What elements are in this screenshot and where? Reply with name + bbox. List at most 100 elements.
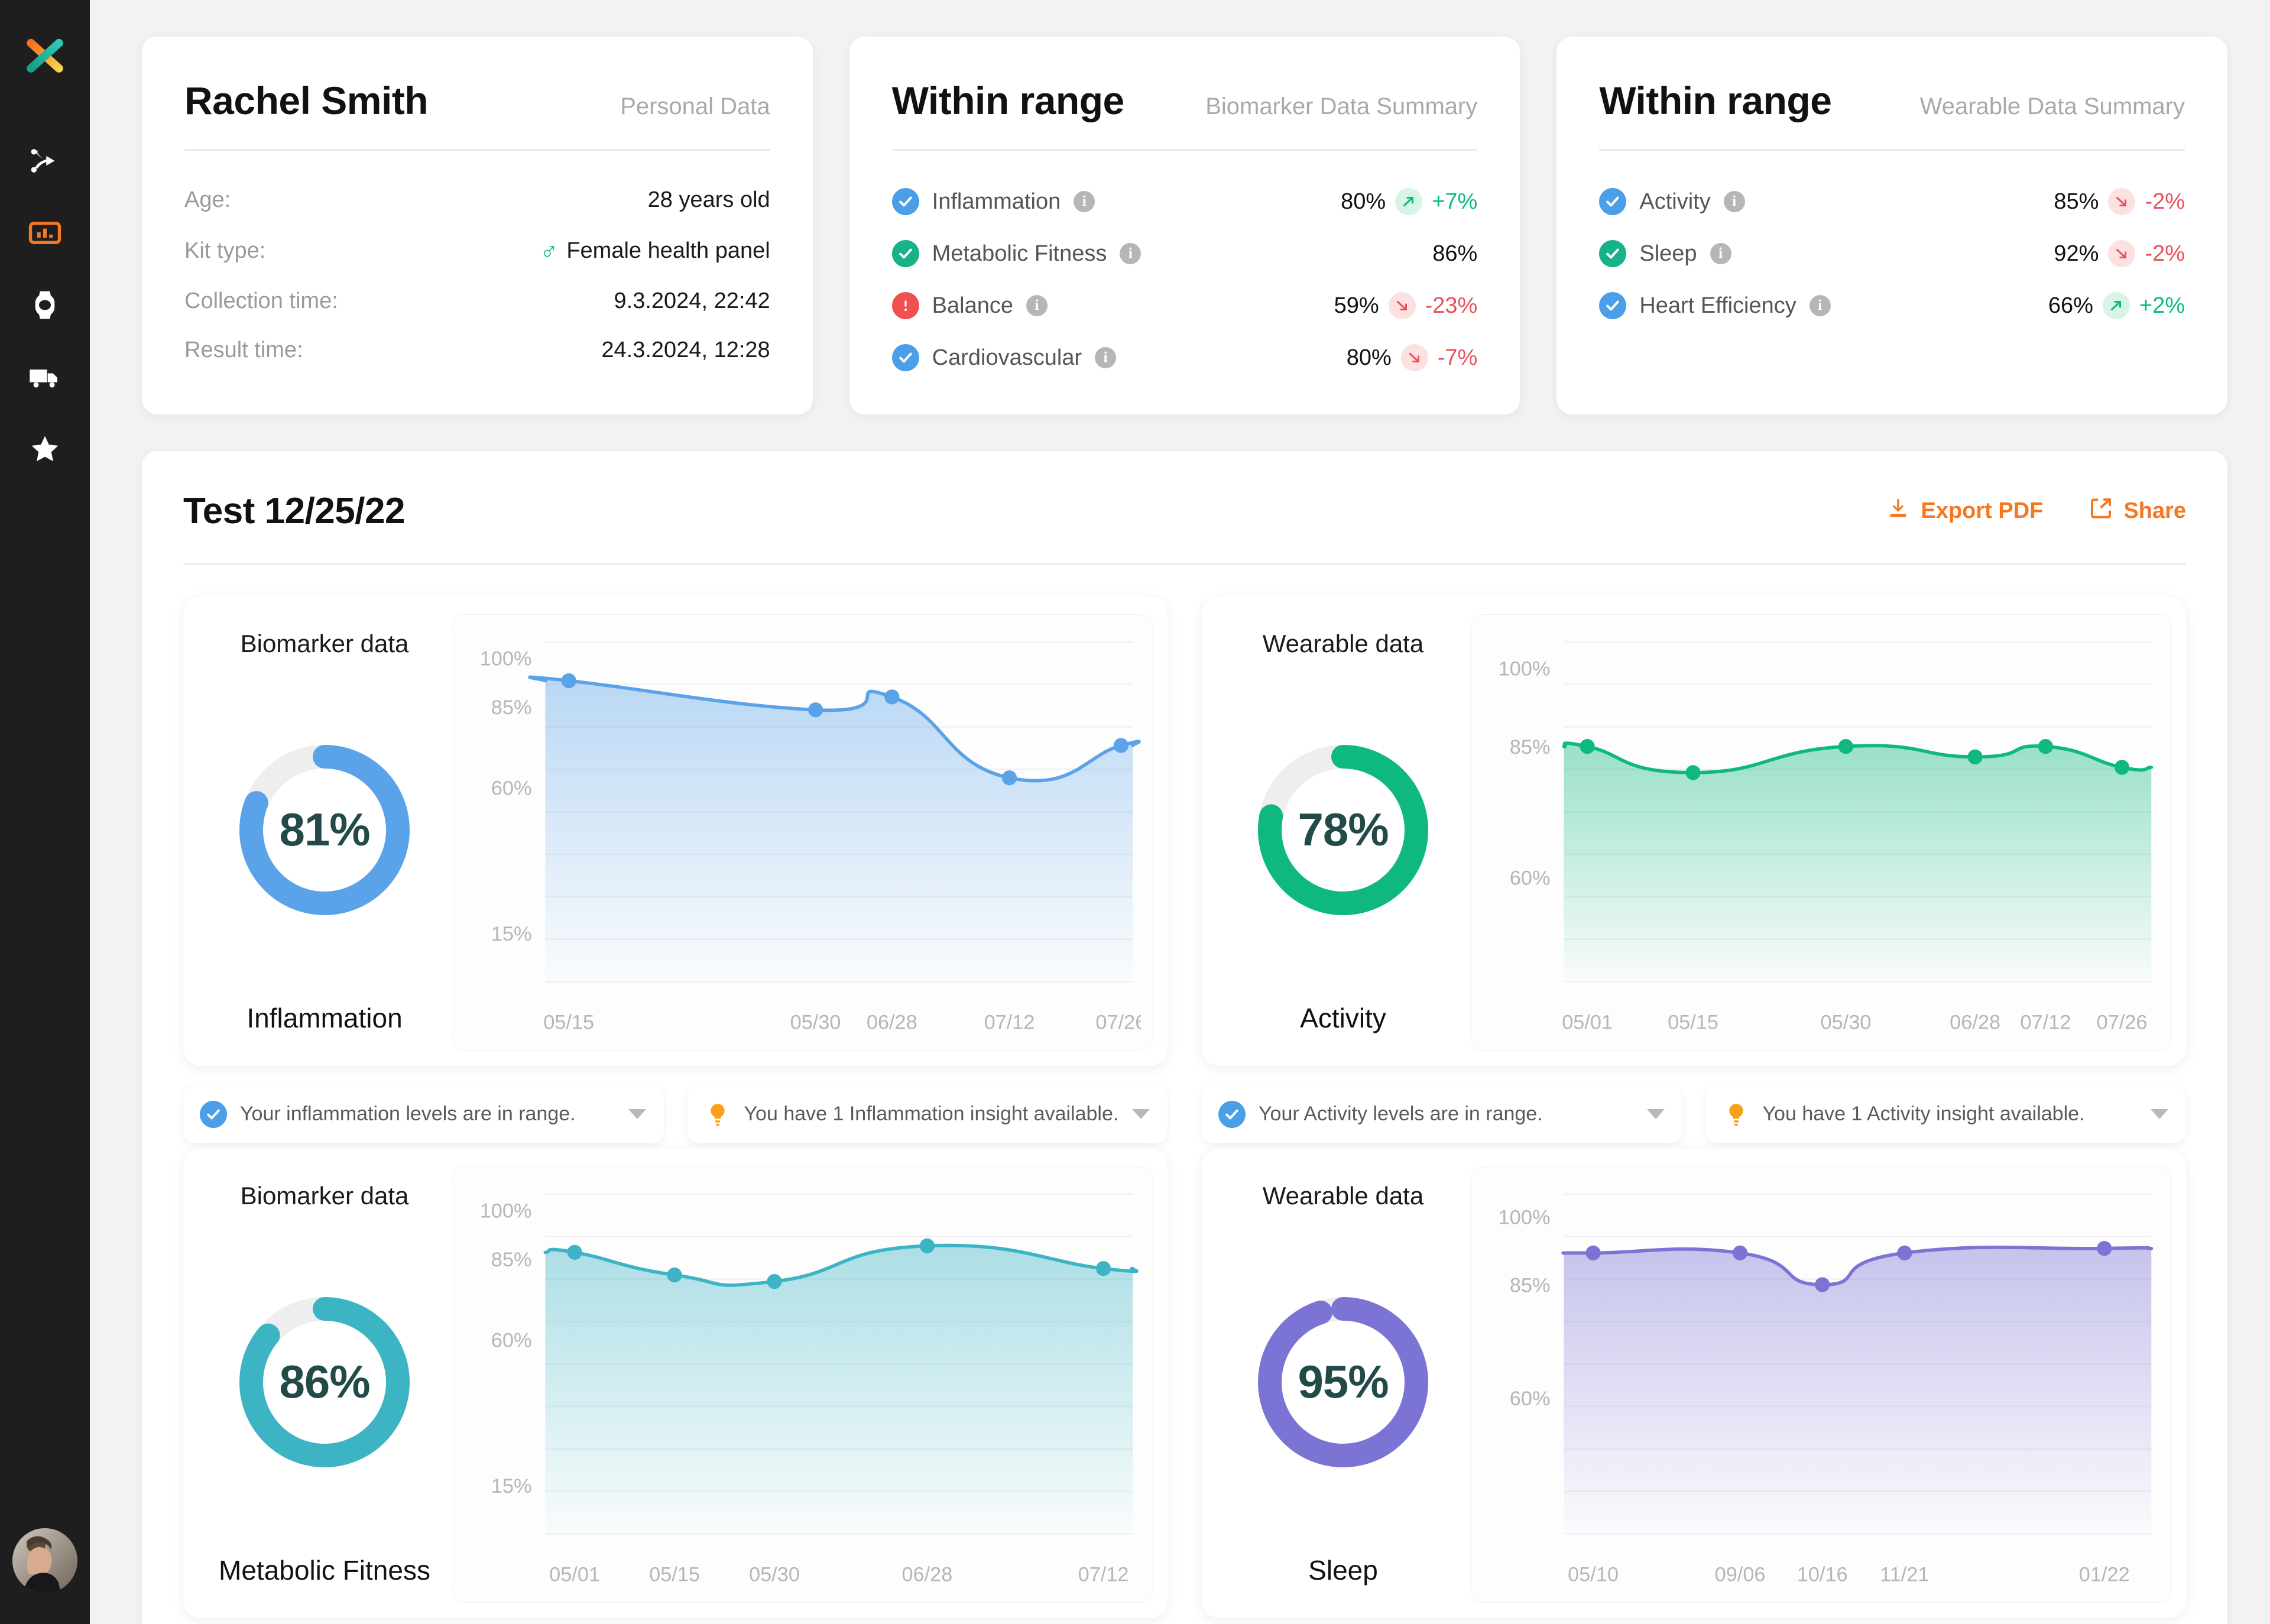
donut-chart: 86% (233, 1291, 416, 1474)
sidebar-item-favorites[interactable] (15, 421, 74, 480)
biomarker-status-title: Within range (892, 78, 1124, 123)
sidebar-item-merge[interactable] (15, 132, 74, 192)
status-pill-text: Your inflammation levels are in range. (240, 1103, 615, 1126)
trend-up-icon (2103, 292, 2130, 319)
metric-percent: 85% (2054, 189, 2099, 215)
donut-value: 86% (279, 1355, 369, 1409)
status-pill[interactable]: Your inflammation levels are in range. (183, 1086, 664, 1143)
check-icon (892, 240, 919, 267)
chart-card: Biomarker data81%Inflammation100%85%60%1… (183, 597, 1168, 1066)
svg-text:06/28: 06/28 (901, 1564, 952, 1586)
list-item[interactable]: Balancei59%-23% (892, 280, 1478, 332)
summary-cards-row: Rachel Smith Personal Data Age: 28 years… (142, 37, 2227, 414)
check-icon (1599, 292, 1626, 319)
check-icon (1218, 1101, 1246, 1128)
field-label: Age: (184, 187, 231, 213)
divider (184, 149, 770, 151)
metric-title: Activity (1300, 1002, 1386, 1034)
metric-percent: 80% (1341, 189, 1386, 215)
field-label: Kit type: (184, 238, 265, 264)
sidebar-item-wearable[interactable] (15, 277, 74, 336)
info-icon[interactable]: i (1809, 295, 1831, 316)
donut-chart: 78% (1251, 738, 1435, 922)
list-item[interactable]: Sleepi92%-2% (1599, 228, 2185, 280)
metric-percent: 59% (1334, 293, 1379, 319)
status-pill[interactable]: Your Activity levels are in range. (1202, 1086, 1682, 1143)
chart-card: Wearable data 78% Activity 100%85%60%05/010… (1202, 597, 2186, 1066)
wearable-status-title: Within range (1599, 78, 1831, 123)
sidebar-item-results[interactable] (15, 205, 74, 264)
trend-delta: -2% (2145, 241, 2185, 267)
svg-text:05/30: 05/30 (1820, 1012, 1871, 1034)
biomarker-summary-header: Within range Biomarker Data Summary (892, 78, 1478, 123)
info-icon[interactable]: i (1710, 243, 1731, 264)
metric-percent: 80% (1347, 345, 1392, 371)
list-item[interactable]: Inflammationi80%+7% (892, 176, 1478, 228)
svg-text:100%: 100% (1499, 658, 1551, 680)
info-icon[interactable]: i (1724, 191, 1745, 212)
check-icon (892, 188, 919, 215)
divider (1599, 149, 2185, 151)
alert-icon (892, 292, 919, 319)
wearable-metric-list: Activityi85%-2%Sleepi92%-2%Heart Efficie… (1599, 176, 2185, 332)
svg-text:85%: 85% (491, 696, 532, 719)
donut-chart: 95% (1251, 1291, 1435, 1474)
chevron-down-icon[interactable] (1647, 1109, 1665, 1119)
biomarker-summary-card: Within range Biomarker Data Summary Infl… (849, 37, 1520, 414)
trend-delta: -23% (1425, 293, 1478, 319)
trend-chart: 100%85%60%05/0105/1505/3006/2807/1207/26 (1470, 614, 2172, 1051)
export-pdf-button[interactable]: Export PDF (1886, 497, 2043, 526)
svg-text:07/26: 07/26 (2097, 1012, 2148, 1034)
info-icon[interactable]: i (1095, 347, 1116, 368)
field-label: Result time: (184, 338, 303, 363)
data-source-label: Wearable data (1263, 630, 1423, 658)
chevron-down-icon[interactable] (2151, 1109, 2168, 1119)
info-icon[interactable]: i (1120, 243, 1141, 264)
metric-title: Sleep (1308, 1554, 1378, 1586)
list-item[interactable]: Metabolic Fitnessi86% (892, 228, 1478, 280)
check-icon (1599, 188, 1626, 215)
list-item[interactable]: Activityi85%-2% (1599, 176, 2185, 228)
test-title: Test 12/25/22 (183, 490, 405, 532)
watch-icon (28, 289, 61, 325)
insight-pill-text: You have 1 Inflammation insight availabl… (744, 1103, 1120, 1126)
sidebar (0, 0, 90, 1624)
list-item[interactable]: Heart Efficiencyi66%+2% (1599, 280, 2185, 332)
svg-text:15%: 15% (491, 1475, 532, 1497)
metric-label: Heart Efficiency (1639, 293, 1796, 319)
insight-pill[interactable]: You have 1 Activity insight available. (1706, 1086, 2187, 1143)
chart-block-sleep: Wearable data95%Sleep100%85%60%05/1009/0… (1202, 1143, 2186, 1624)
chart-block-metabolic_fitness: Biomarker data86%Metabolic Fitness100%85… (183, 1143, 1168, 1624)
user-avatar[interactable] (12, 1528, 77, 1593)
trend-down-icon (2108, 188, 2135, 215)
wearable-summary-card: Within range Wearable Data Summary Activ… (1556, 37, 2227, 414)
donut-column: Biomarker data81%Inflammation (197, 614, 452, 1051)
chevron-down-icon[interactable] (628, 1109, 646, 1119)
share-icon (2089, 497, 2113, 526)
x-logo[interactable] (23, 34, 67, 78)
field-value: ♂ Female health panel (540, 236, 770, 265)
svg-text:05/30: 05/30 (749, 1564, 800, 1586)
list-item: Kit type: ♂ Female health panel (184, 225, 770, 277)
metric-percent: 86% (1432, 241, 1477, 267)
info-icon[interactable]: i (1074, 191, 1095, 212)
metric-title: Metabolic Fitness (219, 1554, 430, 1586)
biomarker-metric-list: Inflammationi80%+7%Metabolic Fitnessi86%… (892, 176, 1478, 384)
chart-card: Wearable data95%Sleep100%85%60%05/1009/0… (1202, 1149, 2186, 1618)
sidebar-item-shipping[interactable] (15, 349, 74, 408)
personal-data-subtitle: Personal Data (620, 93, 770, 120)
donut-value: 81% (279, 803, 369, 857)
svg-text:100%: 100% (1499, 1207, 1551, 1229)
insight-pill-text: You have 1 Activity insight available. (1763, 1103, 2138, 1126)
share-button[interactable]: Share (2089, 497, 2186, 526)
biomarker-summary-subtitle: Biomarker Data Summary (1205, 93, 1477, 120)
svg-text:05/01: 05/01 (549, 1564, 600, 1586)
chevron-down-icon[interactable] (1132, 1109, 1150, 1119)
insight-pill[interactable]: You have 1 Inflammation insight availabl… (688, 1086, 1168, 1143)
svg-text:07/12: 07/12 (984, 1012, 1035, 1034)
check-icon (892, 344, 919, 371)
bar-chart-icon (28, 216, 61, 252)
svg-text:05/01: 05/01 (1562, 1012, 1613, 1034)
list-item[interactable]: Cardiovasculari80%-7% (892, 332, 1478, 384)
info-icon[interactable]: i (1026, 295, 1048, 316)
